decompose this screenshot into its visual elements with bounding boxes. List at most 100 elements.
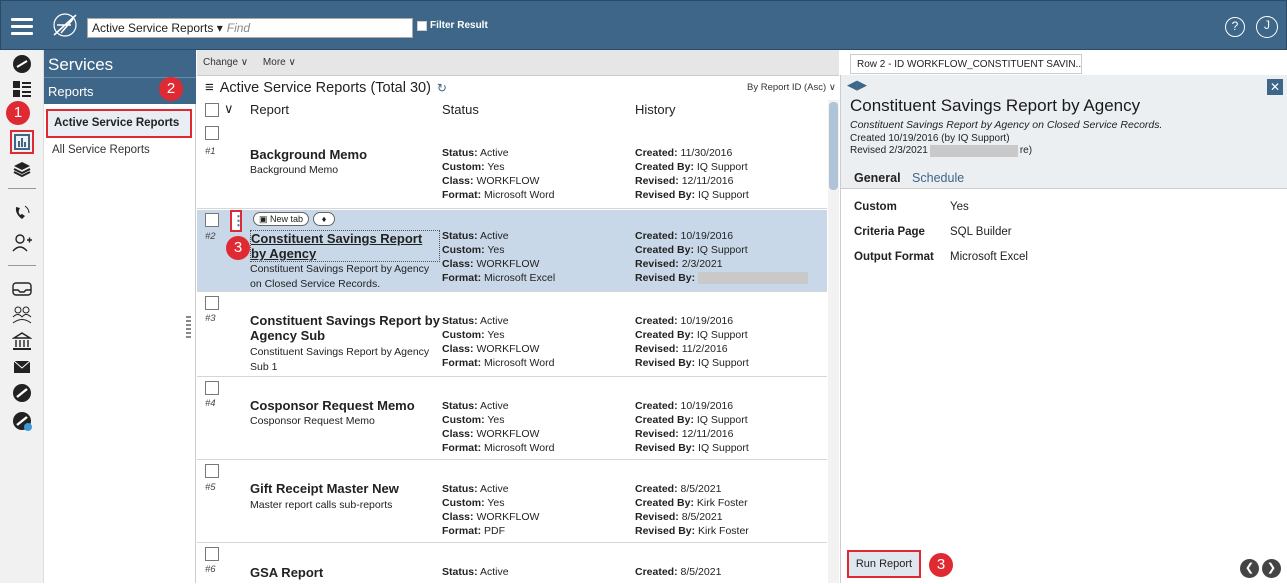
tab-schedule[interactable]: Schedule [912,171,964,185]
column-header: ∨ Report Status History [197,100,829,120]
hamburger-menu-icon[interactable] [7,12,39,40]
search-input[interactable]: Active Service Reports ▾ Find [87,18,413,38]
table-row[interactable]: #6 GSA Report Status: Active Created: 8/… [197,544,827,584]
user-avatar[interactable]: J [1256,16,1278,38]
phone-icon[interactable] [11,202,33,224]
detail-subtitle: Constituent Savings Report by Agency on … [850,119,1163,131]
dashboard-icon[interactable] [11,78,33,100]
government-building-icon[interactable] [11,330,33,352]
row-number: #3 [205,313,216,324]
history-cell: Created: 10/19/2016 Created By: IQ Suppo… [635,229,825,285]
history-cell: Created: 10/19/2016 Created By: IQ Suppo… [635,315,749,369]
report-description: Master report calls sub-reports [250,499,393,511]
change-menu[interactable]: Change ∨ [203,57,248,68]
filter-result-checkbox[interactable]: Filter Result [417,20,488,31]
run-report-button[interactable]: Run Report [847,550,921,578]
scrollbar-thumb[interactable] [829,102,838,190]
inbox-icon[interactable] [11,278,33,300]
people-icon[interactable] [11,304,33,326]
new-tab-icon: ▣ [259,214,268,224]
more-menu[interactable]: More ∨ [263,57,296,68]
status-cell: Status: Active Custom: Yes Class: WORKFL… [442,483,540,537]
table-row[interactable]: #5 Gift Receipt Master New Master report… [197,461,827,543]
sort-dropdown[interactable]: By Report ID (Asc) ∨ [747,82,836,93]
report-description: Constituent Savings Report by Agency Sub… [250,346,430,373]
sidebar-title: Services [44,50,196,77]
next-arrow-icon[interactable]: ❯ [1262,559,1281,578]
no-entry-icon[interactable] [11,382,33,404]
sidebar-item-active-service-reports[interactable]: Active Service Reports [46,109,192,138]
rail-divider [8,265,36,266]
column-status[interactable]: Status [442,102,479,117]
row-checkbox[interactable] [205,126,219,140]
list-menu-icon[interactable]: ≡ [205,79,214,96]
sidebar-resize-handle[interactable] [186,316,191,338]
status-cell: Status: Active Custom: Yes Class: WORKFL… [442,315,555,369]
annotation-badge-3: 3 [929,553,953,577]
detail-header: ◀▶ ✕ Constituent Savings Report by Agenc… [841,75,1287,189]
search-placeholder: Find [226,21,251,35]
select-all-checkbox[interactable] [205,103,219,117]
expand-panel-icon[interactable]: ◀▶ [847,77,867,93]
table-row[interactable]: #3 Constituent Savings Report by Agency … [197,293,827,377]
row-checkbox[interactable] [205,464,219,478]
previous-arrow-icon[interactable]: ❮ [1240,559,1259,578]
search-scope-dropdown[interactable]: Active Service Reports ▾ [92,21,223,35]
report-name[interactable]: GSA Report [250,565,440,580]
new-tab-button[interactable]: ▣ New tab [253,212,310,226]
annotation-badge-1: 1 [6,101,30,125]
row-checkbox[interactable] [205,381,219,395]
filter-checkbox[interactable] [417,20,427,31]
report-description: Constituent Savings Report by Agency on … [250,263,430,290]
column-report[interactable]: Report [250,102,289,117]
report-name[interactable]: Cosponsor Request Memo [250,398,440,413]
detail-panel: ◀▶ ✕ Constituent Savings Report by Agenc… [840,75,1287,583]
row-checkbox[interactable] [205,547,219,561]
tag-icon[interactable]: ♦ [313,212,335,226]
close-icon[interactable]: ✕ [1267,79,1283,95]
row-number: #2 [205,231,216,242]
detail-revised-date: Revised 2/3/2021 [850,145,928,156]
select-menu-chevron-icon[interactable]: ∨ [224,101,234,117]
list-title-text: Active Service Reports (Total 30) [219,79,431,96]
layers-icon[interactable] [11,158,33,180]
report-name[interactable]: Constituent Savings Report by Agency Sub [250,313,440,343]
refresh-icon[interactable]: ↻ [437,81,447,95]
table-row[interactable]: #4 Cosponsor Request Memo Cosponsor Requ… [197,378,827,460]
globe-add-icon[interactable] [11,410,33,432]
field-custom: Custom Yes [854,201,969,213]
row-checkbox[interactable] [205,213,219,227]
annotation-badge-2: 2 [159,77,183,101]
sidebar: Services Reports Active Service Reports … [44,50,196,583]
reports-icon[interactable] [10,130,34,154]
list-scrollbar[interactable] [828,100,839,583]
left-rail [0,50,44,583]
report-name[interactable]: Constituent Savings Report by Agency [250,230,440,262]
row-checkbox[interactable] [205,296,219,310]
logo-icon [51,11,79,39]
report-name[interactable]: Background Memo [250,147,440,162]
history-cell: Created: 11/30/2016 Created By: IQ Suppo… [635,147,749,201]
filter-result-label: Filter Result [430,20,488,31]
help-icon[interactable]: ? [1225,17,1245,37]
detail-tabs: General Schedule [854,171,964,185]
status-cell: Status: Active Custom: Yes Class: WORKFL… [442,230,556,284]
row-actions-kebab-icon[interactable]: ⋮ [230,210,245,232]
report-name[interactable]: Gift Receipt Master New [250,481,440,496]
redacted-value [929,145,1018,157]
services-globe-icon[interactable] [11,53,33,75]
mail-icon[interactable] [11,356,33,378]
history-cell: Created: 8/5/2021 [635,566,722,578]
add-person-icon[interactable] [11,232,33,254]
row-number: #5 [205,482,216,493]
detail-revised-tail: re) [1019,145,1033,156]
status-cell: Status: Active [442,566,509,578]
field-criteria-page: Criteria Page SQL Builder [854,226,1012,238]
table-row-selected[interactable]: ⋮ ▣ New tab ♦ #2 Constituent Savings Rep… [197,210,827,292]
tab-general[interactable]: General [854,171,901,185]
column-history[interactable]: History [635,102,675,117]
sidebar-item-all-service-reports[interactable]: All Service Reports [52,144,150,156]
row-number: #4 [205,398,216,409]
table-row[interactable]: #1 Background Memo Background Memo Statu… [197,123,827,209]
list-toolbar: Change ∨ More ∨ [197,50,839,76]
